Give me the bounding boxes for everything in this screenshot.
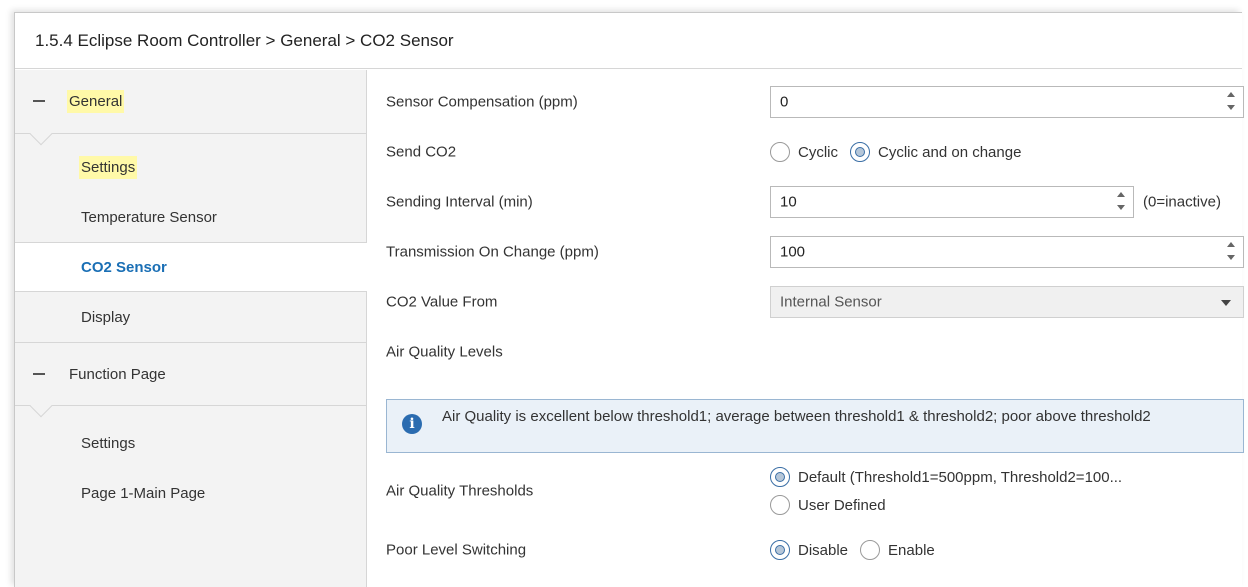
row-transmission-on-change: Transmission On Change (ppm) 100 xyxy=(368,227,1244,277)
sidebar-item-temperature-sensor[interactable]: Temperature Sensor xyxy=(15,192,366,242)
sidebar-group-label: General xyxy=(67,90,125,113)
section-label: Air Quality Levels xyxy=(386,343,503,361)
co2-value-from-dropdown[interactable]: Internal Sensor xyxy=(770,286,1244,318)
interval-suffix: (0=inactive) xyxy=(1143,193,1221,211)
row-co2-value-from: CO2 Value From Internal Sensor xyxy=(368,277,1244,327)
radio-default-thresholds[interactable]: Default (Threshold1=500ppm, Threshold2=1… xyxy=(770,463,1122,491)
main-window: 1.5.4 Eclipse Room Controller > General … xyxy=(14,12,1244,587)
info-text: Air Quality is excellent below threshold… xyxy=(442,408,1151,425)
row-sending-interval: Sending Interval (min) 10 (0=inactive) xyxy=(368,177,1242,227)
poor-switching-radio-group: Disable Enable xyxy=(770,540,947,560)
transmission-spinbox[interactable]: 100 xyxy=(770,236,1244,268)
spin-arrows-icon[interactable] xyxy=(1117,192,1125,212)
row-poor-level-switching: Poor Level Switching Disable Enable xyxy=(368,525,1242,575)
row-air-quality-thresholds: Air Quality Thresholds Default (Threshol… xyxy=(368,461,1242,521)
sidebar-item-fp-settings[interactable]: Settings xyxy=(15,418,366,468)
sidebar-group-label: Function Page xyxy=(69,365,166,383)
radio-cyclic-and-on-change[interactable]: Cyclic and on change xyxy=(850,142,1021,162)
param-label: Air Quality Thresholds xyxy=(386,482,534,500)
send-co2-radio-group: Cyclic Cyclic and on change xyxy=(770,142,1033,162)
window-title: 1.5.4 Eclipse Room Controller > General … xyxy=(35,30,454,50)
radio-circle[interactable] xyxy=(770,495,790,515)
param-label: Send CO2 xyxy=(386,143,457,161)
radio-circle[interactable] xyxy=(850,142,870,162)
radio-disable[interactable]: Disable xyxy=(770,540,848,560)
spin-arrows-icon[interactable] xyxy=(1227,242,1235,262)
sidebar-group-function-page[interactable]: Function Page xyxy=(15,342,366,418)
sidebar-item-page1-main[interactable]: Page 1-Main Page xyxy=(15,468,366,518)
radio-label: Default (Threshold1=500ppm, Threshold2=1… xyxy=(798,468,1123,486)
sidebar-item-co2-sensor[interactable]: CO2 Sensor xyxy=(15,242,367,292)
collapse-icon[interactable] xyxy=(33,373,45,375)
sidebar-item-display[interactable]: Display xyxy=(15,292,366,342)
info-circle-icon: i xyxy=(402,414,422,434)
thresholds-radio-group: Default (Threshold1=500ppm, Threshold2=1… xyxy=(770,463,1134,519)
param-label: Poor Level Switching xyxy=(386,541,527,559)
sidebar: General Settings Temperature Sensor CO2 … xyxy=(15,70,367,587)
row-send-co2: Send CO2 Cyclic Cyclic and on change xyxy=(368,127,1242,177)
sidebar-group-general[interactable]: General xyxy=(15,70,366,146)
parameter-panel: Sensor Compensation (ppm) 0 Send CO2 Cyc… xyxy=(368,70,1244,587)
param-label: Sensor Compensation (ppm) xyxy=(386,93,578,111)
sensor-compensation-spinbox[interactable]: 0 xyxy=(770,86,1244,118)
row-sensor-compensation: Sensor Compensation (ppm) 0 xyxy=(368,77,1244,127)
radio-circle[interactable] xyxy=(770,467,790,487)
sidebar-item-label: Page 1-Main Page xyxy=(81,484,206,502)
sending-interval-spinbox[interactable]: 10 xyxy=(770,186,1134,218)
radio-label: Cyclic and on change xyxy=(878,143,1022,161)
sidebar-item-label: Temperature Sensor xyxy=(81,208,217,226)
spin-value: 0 xyxy=(780,93,789,111)
radio-circle[interactable] xyxy=(860,540,881,560)
info-box: i Air Quality is excellent below thresho… xyxy=(386,399,1244,453)
radio-user-defined[interactable]: User Defined xyxy=(770,491,1122,519)
radio-cyclic[interactable]: Cyclic xyxy=(770,142,838,162)
spin-value: 10 xyxy=(780,193,797,211)
param-label: Sending Interval (min) xyxy=(386,193,533,211)
radio-label: Disable xyxy=(798,541,849,559)
spin-value: 100 xyxy=(780,243,806,261)
row-air-quality-levels: Air Quality Levels xyxy=(368,327,1242,377)
param-label: Transmission On Change (ppm) xyxy=(386,243,599,261)
sidebar-item-label: Settings xyxy=(79,155,138,179)
radio-label: User Defined xyxy=(798,496,886,514)
radio-enable[interactable]: Enable xyxy=(860,540,935,560)
sidebar-item-label: Display xyxy=(81,308,131,326)
collapse-icon[interactable] xyxy=(33,100,45,102)
dropdown-value: Internal Sensor xyxy=(780,293,882,311)
chevron-down-icon[interactable] xyxy=(1221,300,1231,306)
title-bar: 1.5.4 Eclipse Room Controller > General … xyxy=(15,13,1242,69)
radio-circle[interactable] xyxy=(770,540,790,560)
radio-label: Cyclic xyxy=(798,143,838,161)
spin-arrows-icon[interactable] xyxy=(1227,92,1235,112)
sidebar-item-settings[interactable]: Settings xyxy=(15,142,366,192)
radio-circle[interactable] xyxy=(770,142,790,162)
param-label: CO2 Value From xyxy=(386,293,498,311)
radio-label: Enable xyxy=(888,541,935,559)
sidebar-item-label: CO2 Sensor xyxy=(81,258,167,276)
sidebar-item-label: Settings xyxy=(81,434,136,452)
